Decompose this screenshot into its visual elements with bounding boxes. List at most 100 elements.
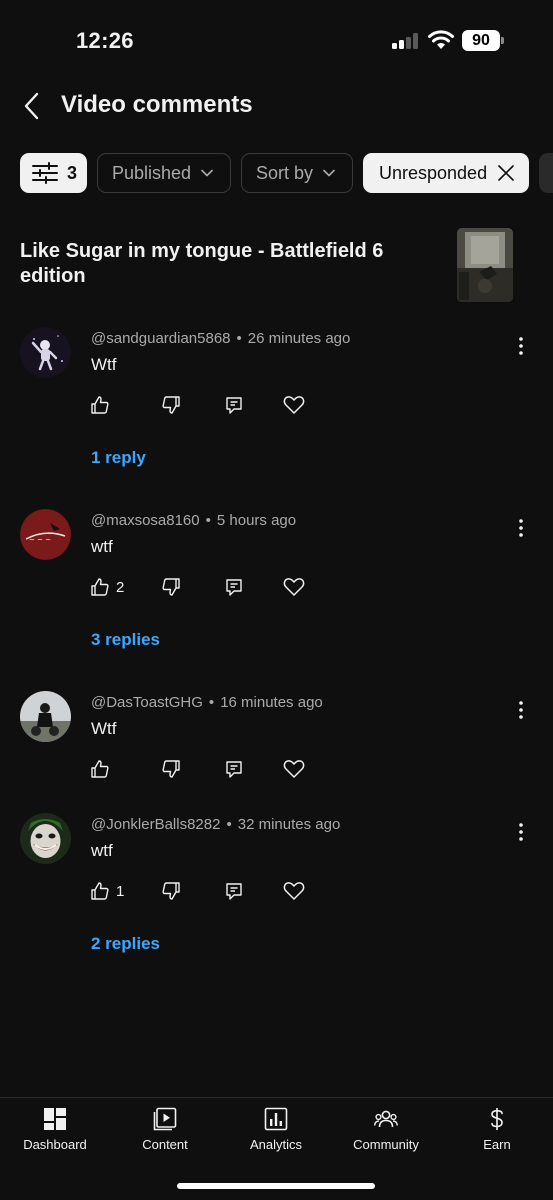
nav-item-content[interactable]: Content: [110, 1098, 220, 1168]
thumbs-up-icon: [91, 760, 109, 778]
comment-meta: @JonklerBalls8282 • 32 minutes ago: [91, 816, 341, 833]
home-indicator[interactable]: [177, 1183, 375, 1189]
status-bar: 12:26 90: [0, 0, 553, 80]
reply-icon: [226, 397, 242, 414]
comment-author[interactable]: @DasToastGHG: [91, 694, 203, 711]
heart-icon: [283, 760, 305, 778]
heart-icon: [283, 882, 305, 900]
status-time: 12:26: [76, 28, 134, 53]
more-options-button[interactable]: [510, 517, 532, 539]
like-count: 2: [116, 578, 125, 596]
comment-author[interactable]: @maxsosa8160: [91, 512, 200, 529]
close-icon[interactable]: [497, 164, 515, 182]
nav-item-analytics[interactable]: Analytics: [221, 1098, 331, 1168]
nav-item-community[interactable]: Community: [331, 1098, 441, 1168]
avatar[interactable]: [20, 813, 71, 864]
comment-time: 16 minutes ago: [220, 694, 323, 711]
dashboard-icon: [44, 1108, 66, 1130]
comment-actions: [90, 757, 320, 781]
video-title[interactable]: Like Sugar in my tongue - Battlefield 6 …: [20, 239, 420, 289]
thumbs-down-icon: [162, 760, 180, 778]
comment-text: wtf: [91, 537, 113, 556]
next-chip[interactable]: [539, 153, 553, 193]
heart-icon: [283, 578, 305, 596]
comment-meta: @sandguardian5868 • 26 minutes ago: [91, 330, 351, 347]
thumbs-up-icon: [91, 578, 109, 596]
chevron-left-icon: [24, 92, 39, 120]
comment-time: 5 hours ago: [216, 512, 297, 529]
more-options-button[interactable]: [510, 821, 532, 843]
heart-button[interactable]: [283, 575, 305, 599]
avatar[interactable]: ~ ~ ~: [20, 509, 71, 560]
more-vertical-icon: [519, 519, 523, 537]
comment-actions: 1: [90, 879, 320, 903]
heart-button[interactable]: [283, 757, 305, 781]
avatar[interactable]: [20, 327, 71, 378]
more-options-button[interactable]: [510, 335, 532, 357]
nav-item-earn[interactable]: Earn: [442, 1098, 552, 1168]
dislike-button[interactable]: [161, 393, 181, 417]
comment-actions: [90, 393, 320, 417]
filter-chips: 3 Published Sort by Unresponded: [20, 153, 553, 193]
comment-meta: @maxsosa8160 • 5 hours ago: [91, 512, 297, 529]
published-label: Published: [112, 162, 192, 183]
reply-button[interactable]: [224, 757, 244, 781]
reply-icon: [226, 761, 242, 778]
chevron-down-icon: [323, 169, 335, 177]
comment-text: Wtf: [91, 719, 117, 738]
earn-icon: [491, 1108, 503, 1130]
replies-link[interactable]: 2 replies: [91, 934, 160, 954]
like-button[interactable]: [90, 757, 116, 781]
comment-author[interactable]: @JonklerBalls8282: [91, 816, 220, 833]
reply-icon: [226, 883, 242, 900]
nav-label: Community: [353, 1137, 419, 1152]
nav-label: Content: [142, 1137, 188, 1152]
reply-button[interactable]: [224, 393, 244, 417]
back-button[interactable]: [14, 88, 48, 124]
video-thumbnail[interactable]: [457, 228, 513, 302]
published-dropdown[interactable]: Published: [97, 153, 231, 193]
replies-link[interactable]: 3 replies: [91, 630, 160, 650]
reply-icon: [226, 579, 242, 596]
avatar[interactable]: [20, 691, 71, 742]
nav-label: Dashboard: [23, 1137, 87, 1152]
community-icon: [374, 1110, 398, 1128]
nav-label: Analytics: [249, 1137, 303, 1152]
comment-author[interactable]: @sandguardian5868: [91, 330, 231, 347]
more-vertical-icon: [519, 701, 523, 719]
dislike-button[interactable]: [161, 879, 181, 903]
thumbs-up-icon: [91, 882, 109, 900]
more-vertical-icon: [519, 823, 523, 841]
thumbs-down-icon: [162, 882, 180, 900]
reply-button[interactable]: [224, 575, 244, 599]
like-button[interactable]: [90, 393, 116, 417]
thumbs-up-icon: [91, 396, 109, 414]
header: Video comments: [0, 80, 553, 132]
like-button[interactable]: 2: [90, 575, 124, 599]
nav-item-dashboard[interactable]: Dashboard: [0, 1098, 110, 1168]
replies-link[interactable]: 1 reply: [91, 448, 146, 468]
comment-time: 32 minutes ago: [237, 816, 341, 833]
content-icon: [153, 1107, 177, 1131]
more-vertical-icon: [519, 337, 523, 355]
sliders-icon: [32, 162, 58, 184]
heart-button[interactable]: [283, 879, 305, 903]
svg-text:~ ~ ~: ~ ~ ~: [29, 536, 51, 544]
dislike-button[interactable]: [161, 757, 181, 781]
filter-settings-chip[interactable]: 3: [20, 153, 87, 193]
thumbs-down-icon: [162, 396, 180, 414]
sort-dropdown[interactable]: Sort by: [241, 153, 353, 193]
analytics-icon: [264, 1107, 288, 1131]
comment-time: 26 minutes ago: [247, 330, 351, 347]
wifi-icon: [428, 30, 454, 49]
filter-count: 3: [67, 162, 78, 183]
like-button[interactable]: 1: [90, 879, 124, 903]
dislike-button[interactable]: [161, 575, 181, 599]
battery-icon: 90: [462, 30, 504, 51]
unresponded-chip[interactable]: Unresponded: [363, 153, 529, 193]
more-options-button[interactable]: [510, 699, 532, 721]
sort-label: Sort by: [256, 162, 314, 183]
page-title: Video comments: [61, 91, 253, 118]
heart-button[interactable]: [283, 393, 305, 417]
reply-button[interactable]: [224, 879, 244, 903]
